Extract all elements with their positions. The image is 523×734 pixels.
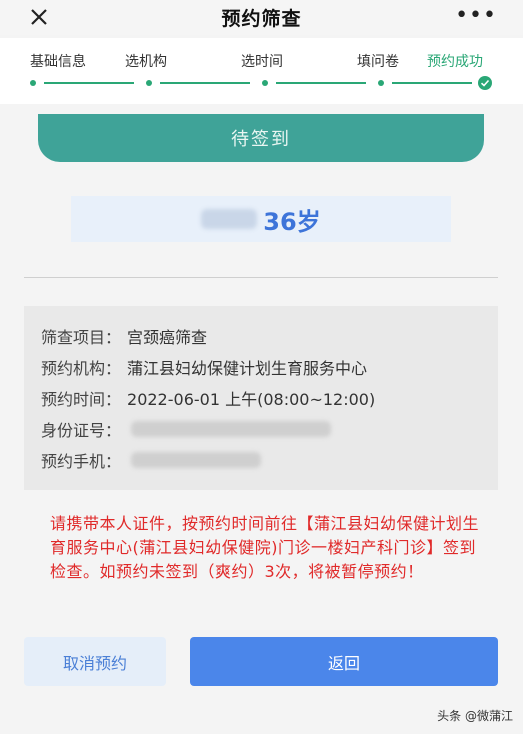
cancel-appointment-button[interactable]: 取消预约 <box>24 637 166 686</box>
detail-row-time: 预约时间： 2022-06-01 上午(08:00~12:00) <box>41 386 375 410</box>
redacted-phone <box>131 452 262 468</box>
notice-text: 请携带本人证件，按预约时间前往【蒲江县妇幼保健计划生育服务中心(蒲江县妇幼保健院… <box>50 514 480 581</box>
status-badge: 待签到 <box>38 114 484 162</box>
org-label: 预约机构： <box>41 359 122 378</box>
detail-row-org: 预约机构： 蒲江县妇幼保健计划生育服务中心 <box>41 355 367 379</box>
id-label: 身份证号： <box>41 421 122 440</box>
close-button[interactable] <box>24 2 54 32</box>
step-line <box>44 82 134 84</box>
detail-row-id: 身份证号： <box>41 417 332 441</box>
phone-label: 预约手机： <box>41 452 122 471</box>
step-label-questionnaire: 填问卷 <box>357 54 399 70</box>
time-value: 2022-06-01 上午(08:00~12:00) <box>127 390 376 409</box>
watermark: 头条 @微蒲江 <box>437 709 513 723</box>
step-line <box>160 82 250 84</box>
redacted-id-number <box>131 421 332 437</box>
step-label-select-org: 选机构 <box>125 54 167 70</box>
time-label: 预约时间： <box>41 390 122 409</box>
divider <box>24 277 498 278</box>
detail-row-phone: 预约手机： <box>41 448 262 472</box>
close-icon <box>31 9 47 25</box>
step-progress: 基础信息 选机构 选时间 填问卷 预约成功 <box>0 38 523 104</box>
page-title: 预约筛查 <box>221 8 302 30</box>
more-icon[interactable]: ••• <box>455 5 497 27</box>
detail-row-project: 筛查项目： 宫颈癌筛查 <box>41 324 207 348</box>
step-dot <box>262 80 268 86</box>
patient-summary: 36岁 <box>71 196 451 242</box>
step-line <box>276 82 366 84</box>
step-dot <box>378 80 384 86</box>
project-value: 宫颈癌筛查 <box>127 328 208 347</box>
step-dot <box>30 80 36 86</box>
check-icon <box>478 76 492 90</box>
appointment-details: 筛查项目： 宫颈癌筛查 预约机构： 蒲江县妇幼保健计划生育服务中心 预约时间： … <box>24 306 498 490</box>
project-label: 筛查项目： <box>41 328 122 347</box>
step-label-basic-info: 基础信息 <box>30 54 86 70</box>
step-line <box>392 82 472 84</box>
redacted-name <box>201 209 258 229</box>
back-button[interactable]: 返回 <box>190 637 498 686</box>
title-bar: 预约筛查 ••• <box>0 0 523 35</box>
org-value: 蒲江县妇幼保健计划生育服务中心 <box>127 359 368 378</box>
step-dot <box>146 80 152 86</box>
step-label-success: 预约成功 <box>427 54 483 70</box>
patient-age: 36岁 <box>263 207 321 236</box>
step-label-select-time: 选时间 <box>241 54 283 70</box>
